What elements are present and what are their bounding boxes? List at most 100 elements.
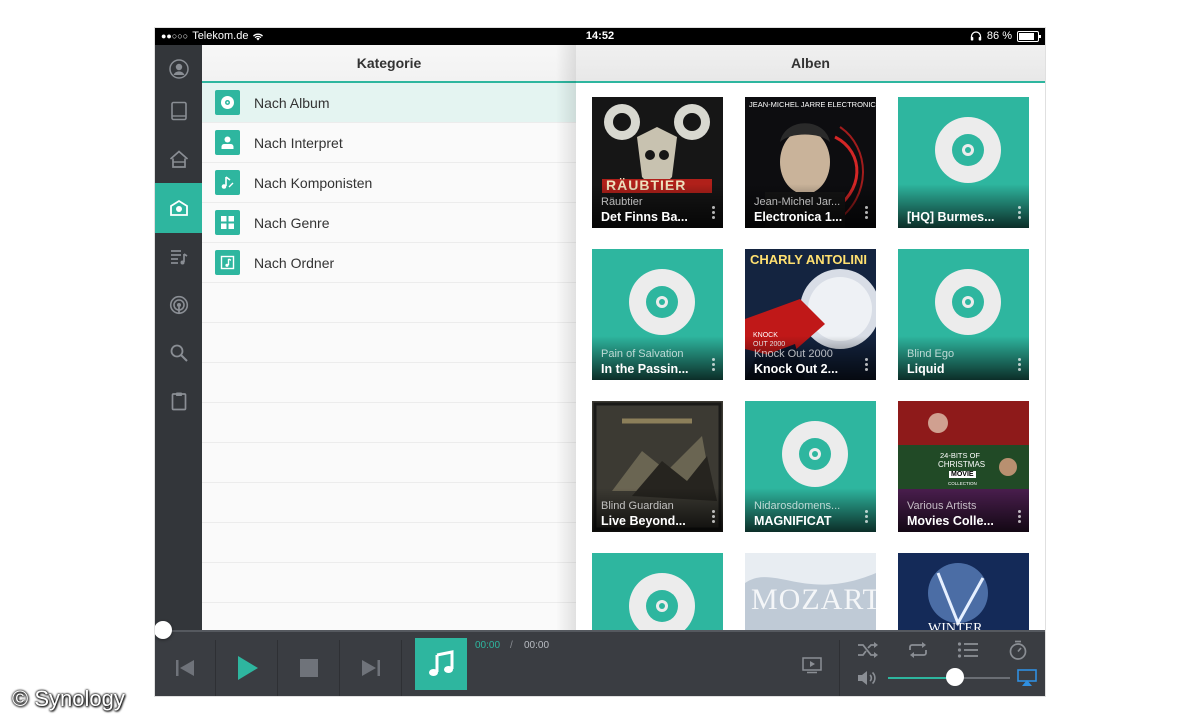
cover-title-text: MOZART: [751, 583, 876, 616]
next-button[interactable]: [341, 640, 402, 696]
volume-slider-fill: [888, 677, 955, 679]
album-title: Live Beyond...: [601, 514, 686, 528]
more-options-icon[interactable]: [1018, 206, 1021, 220]
sidebar-item-radio[interactable]: [155, 281, 202, 329]
more-options-icon[interactable]: [1018, 510, 1021, 524]
battery-icon: [1017, 30, 1041, 42]
sidebar-item-queue[interactable]: [155, 377, 202, 425]
album-tile[interactable]: WINTER: [898, 553, 1029, 630]
progress-track[interactable]: [155, 630, 1045, 632]
album-title: Det Finns Ba...: [601, 210, 688, 224]
empty-row: [202, 523, 576, 563]
repeat-icon: [909, 642, 927, 658]
copyright-watermark: © Synology: [12, 686, 125, 711]
elapsed-time: 00:00: [475, 640, 501, 651]
play-icon: [238, 656, 258, 680]
more-options-icon[interactable]: [712, 510, 715, 524]
album-tile[interactable]: [HQ] Burmes...: [898, 97, 1029, 228]
category-item-artist[interactable]: Nach Interpret: [202, 123, 576, 163]
home-icon: [169, 150, 188, 168]
album-tile[interactable]: RÄUBTIER Räubtier Det Finns Ba...: [592, 97, 723, 228]
sleep-timer-button[interactable]: [1003, 636, 1033, 664]
album-tile[interactable]: JEAN-MICHEL JARRE ELECTRONICA Jean-Miche…: [745, 97, 876, 228]
shuffle-button[interactable]: [853, 636, 883, 664]
cover-box-text: MOVIE: [949, 471, 976, 478]
music-note-icon: [429, 650, 454, 676]
folder-music-icon: [215, 250, 240, 275]
more-options-icon[interactable]: [712, 358, 715, 372]
album-title: Liquid: [907, 362, 945, 376]
cover-title-text: CHARLY ANTOLINI: [750, 252, 868, 267]
category-item-genre[interactable]: Nach Genre: [202, 203, 576, 243]
airplay-button[interactable]: [1015, 668, 1039, 688]
more-options-icon[interactable]: [865, 358, 868, 372]
cover-small-text: COLLECTION: [948, 481, 977, 486]
album-artist: Blind Ego: [907, 348, 955, 360]
sidebar-item-device[interactable]: [155, 87, 202, 135]
empty-row: [202, 283, 576, 323]
album-artist: Räubtier: [601, 196, 643, 208]
empty-row: [202, 443, 576, 483]
album-tile[interactable]: Pain of Salvation In the Passin...: [592, 249, 723, 380]
queue-list-button[interactable]: [953, 636, 983, 664]
more-options-icon[interactable]: [712, 206, 715, 220]
genre-grid-icon: [215, 210, 240, 235]
empty-row: [202, 323, 576, 363]
empty-row: [202, 563, 576, 603]
speaker-icon: [858, 671, 876, 685]
play-button[interactable]: [217, 640, 278, 696]
repeat-button[interactable]: [903, 636, 933, 664]
time-separator: /: [510, 640, 513, 651]
radio-icon: [169, 295, 188, 315]
video-output-button[interactable]: [795, 648, 829, 682]
stop-button[interactable]: [279, 640, 340, 696]
previous-button[interactable]: [155, 640, 216, 696]
volume-button[interactable]: [853, 666, 883, 690]
skip-previous-icon: [176, 660, 194, 676]
panel-shadow: [556, 45, 576, 630]
category-item-label: Nach Album: [254, 94, 330, 111]
volume-slider-knob[interactable]: [946, 668, 964, 686]
category-item-composer[interactable]: Nach Komponisten: [202, 163, 576, 203]
airplay-icon: [1017, 669, 1037, 686]
tablet-icon: [170, 101, 187, 121]
empty-row: [202, 403, 576, 443]
list-icon: [957, 642, 978, 658]
placeholder-disc-icon: [629, 573, 695, 630]
album-tile[interactable]: CHARLY ANTOLINI KNOCK OUT 2000 Knock Out…: [745, 249, 876, 380]
cover-title-text: 24-BITS OF: [940, 451, 981, 460]
sidebar-item-search[interactable]: [155, 329, 202, 377]
screen-play-icon: [802, 657, 822, 674]
headphones-icon: [970, 31, 982, 41]
category-item-folder[interactable]: Nach Ordner: [202, 243, 576, 283]
empty-row: [202, 483, 576, 523]
sidebar-item-account[interactable]: [155, 45, 202, 93]
total-time: 00:00: [524, 640, 550, 651]
album-tile[interactable]: Blind Ego Liquid: [898, 249, 1029, 380]
album-tile[interactable]: 24-BITS OF CHRISTMAS MOVIE COLLECTION Va…: [898, 401, 1029, 532]
cover-title-text: WINTER: [928, 621, 983, 630]
album-tile[interactable]: MOZART: [745, 553, 876, 630]
placeholder-disc-icon: [935, 269, 1001, 335]
category-item-album[interactable]: Nach Album: [202, 83, 576, 123]
playlist-icon: [170, 250, 187, 265]
more-options-icon[interactable]: [865, 510, 868, 524]
category-item-label: Nach Genre: [254, 214, 330, 231]
empty-row: [202, 363, 576, 403]
album-tile[interactable]: [592, 553, 723, 630]
sidebar-item-home[interactable]: [155, 135, 202, 183]
album-artist: Pain of Salvation: [601, 348, 684, 360]
category-panel: Kategorie Nach Album Nach Interpret Nach…: [202, 45, 576, 630]
album-title: MAGNIFICAT: [754, 514, 832, 528]
more-options-icon[interactable]: [1018, 358, 1021, 372]
album-tile[interactable]: Nidarosdomens... MAGNIFICAT: [745, 401, 876, 532]
sidebar-item-playlists[interactable]: [155, 233, 202, 281]
sidebar-item-library[interactable]: [155, 183, 202, 233]
placeholder-disc-icon: [935, 117, 1001, 183]
person-icon: [215, 130, 240, 155]
more-options-icon[interactable]: [865, 206, 868, 220]
album-cover-art: [898, 553, 1029, 630]
album-title: Movies Colle...: [907, 514, 994, 528]
now-playing-artwork[interactable]: [415, 638, 467, 690]
album-tile[interactable]: Blind Guardian Live Beyond...: [592, 401, 723, 532]
